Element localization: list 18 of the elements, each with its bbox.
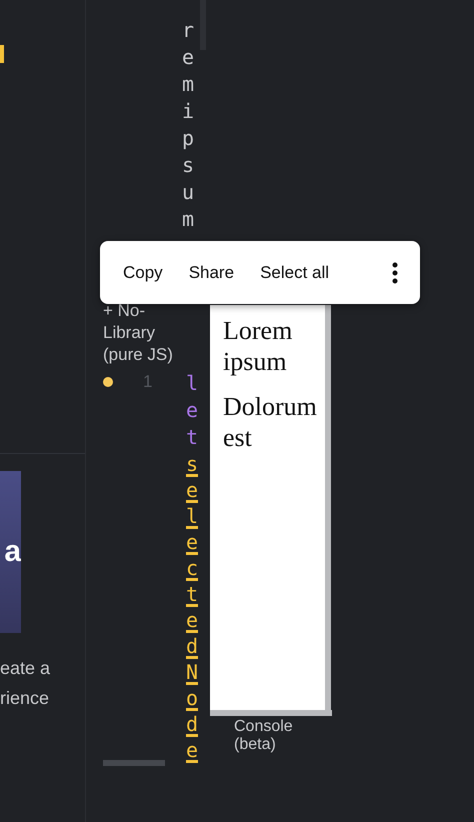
banner-letter: a xyxy=(4,537,21,567)
preview-text: Dolorum est xyxy=(223,391,318,453)
description-text: rience xyxy=(0,687,50,709)
console-label[interactable]: Console (beta) xyxy=(234,716,304,761)
line-number: 1 xyxy=(143,372,152,392)
breakpoint-icon xyxy=(103,377,113,387)
menu-item[interactable]: Share xyxy=(178,254,246,290)
scrollbar[interactable] xyxy=(103,760,165,766)
scrollbar[interactable] xyxy=(325,305,331,710)
library-label: + No-Library (pure JS) xyxy=(103,300,174,366)
marker xyxy=(0,45,4,63)
more-icon xyxy=(392,262,398,284)
preview-text: Lorem ipsum xyxy=(223,315,294,377)
code-keyword: let xyxy=(184,370,200,451)
menu-item[interactable]: Copy xyxy=(112,254,174,290)
code-text: remipsum xyxy=(180,17,196,233)
description-text: eate a xyxy=(0,657,50,679)
menu-item[interactable]: Select all xyxy=(249,254,340,290)
